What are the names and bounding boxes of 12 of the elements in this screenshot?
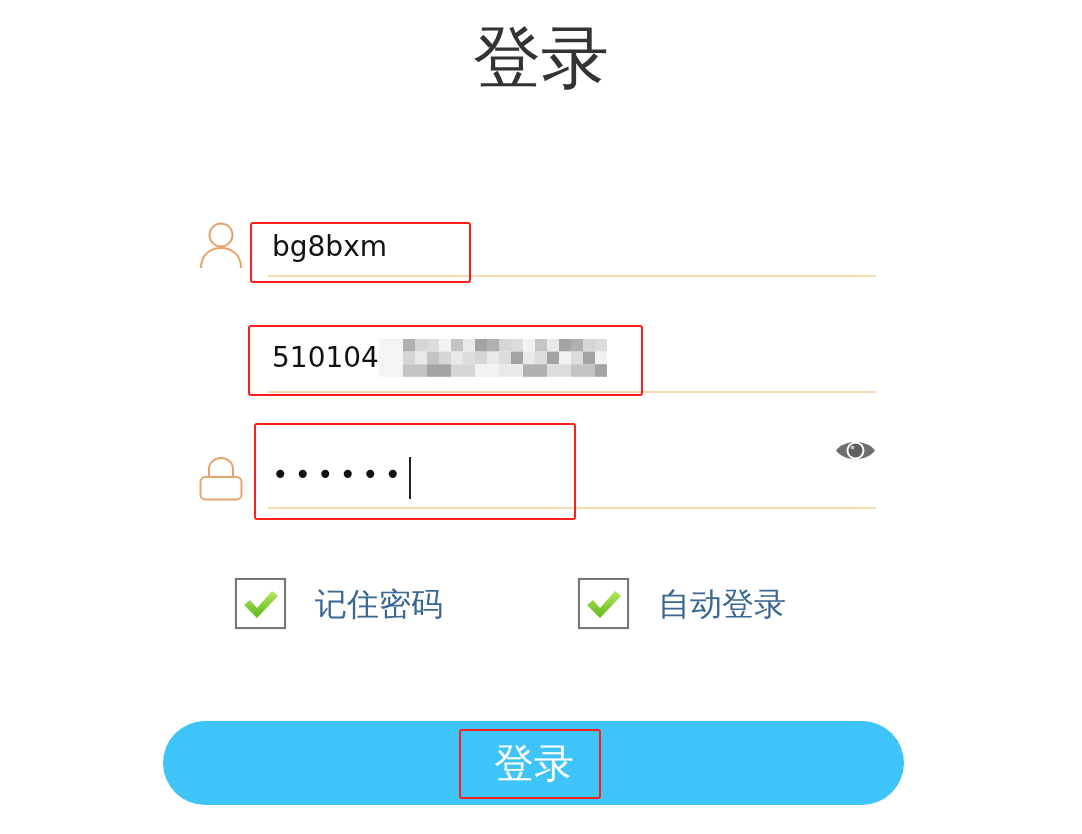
checkbox-label[interactable]: 记住密码: [315, 579, 443, 628]
user-icon: [199, 222, 243, 269]
input-field[interactable]: 510104: [268, 331, 876, 393]
page-title: 登录: [472, 18, 610, 98]
checkbox[interactable]: [578, 578, 629, 629]
checkbox[interactable]: [235, 578, 286, 629]
username-field[interactable]: bg8bxm: [268, 223, 876, 277]
lock-icon: [199, 457, 243, 501]
checkmark-icon: [585, 588, 622, 619]
checkbox-label[interactable]: 自动登录: [658, 579, 786, 628]
password-field[interactable]: ••••••: [268, 431, 876, 509]
checkmark-icon: [242, 588, 279, 619]
